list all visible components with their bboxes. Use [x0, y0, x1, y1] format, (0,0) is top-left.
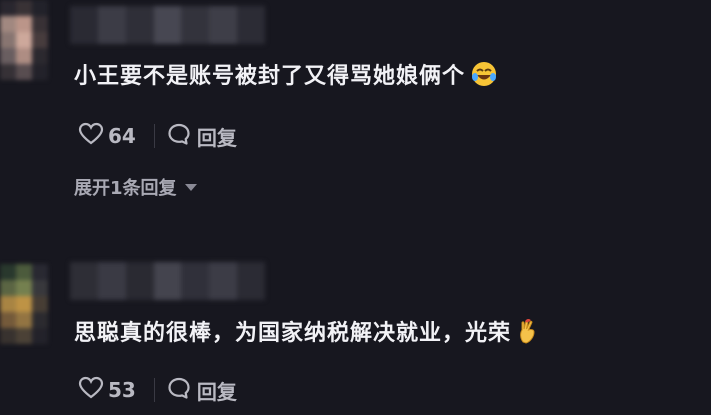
reply-label: 回复 [196, 379, 237, 404]
expand-replies-button[interactable]: 展开1条回复 [74, 174, 197, 200]
comment-text-content: 小王要不是账号被封了又得骂她娘俩个 [74, 64, 466, 89]
heart-icon [78, 376, 104, 405]
like-button[interactable]: 53 [78, 376, 136, 405]
divider [153, 378, 155, 402]
heart-icon [78, 122, 104, 151]
comment-text-content: 思聪真的很棒，为国家纳税解决就业，光荣 [74, 321, 512, 346]
like-count: 64 [108, 124, 136, 148]
like-count: 53 [108, 378, 136, 402]
comment-actions: 64 回复 [78, 121, 237, 151]
avatar[interactable] [0, 264, 48, 344]
reply-button[interactable]: 回复 [167, 122, 237, 151]
comment-text: 小王要不是账号被封了又得骂她娘俩个 [74, 58, 497, 93]
hand-gesture-emoji-icon [517, 318, 539, 350]
divider [153, 124, 155, 148]
comment-text: 思聪真的很棒，为国家纳税解决就业，光荣 [74, 315, 539, 350]
username-redacted[interactable] [70, 262, 266, 300]
chat-bubble-icon [167, 376, 191, 405]
avatar[interactable] [0, 0, 48, 80]
comment-actions: 53 回复 [78, 375, 237, 405]
chat-bubble-icon [167, 122, 191, 151]
reply-label: 回复 [196, 125, 237, 150]
reply-button[interactable]: 回复 [167, 376, 237, 405]
comment-item: 小王要不是账号被封了又得骂她娘俩个 64 回复 展开1条回复 [0, 0, 711, 232]
comment-item: 思聪真的很棒，为国家纳税解决就业，光荣 53 回复 [0, 258, 711, 415]
laughing-crying-emoji-icon [471, 61, 497, 93]
chevron-down-icon [184, 183, 197, 191]
username-redacted[interactable] [70, 6, 266, 44]
like-button[interactable]: 64 [78, 122, 136, 151]
expand-replies-label: 展开1条回复 [74, 178, 177, 199]
